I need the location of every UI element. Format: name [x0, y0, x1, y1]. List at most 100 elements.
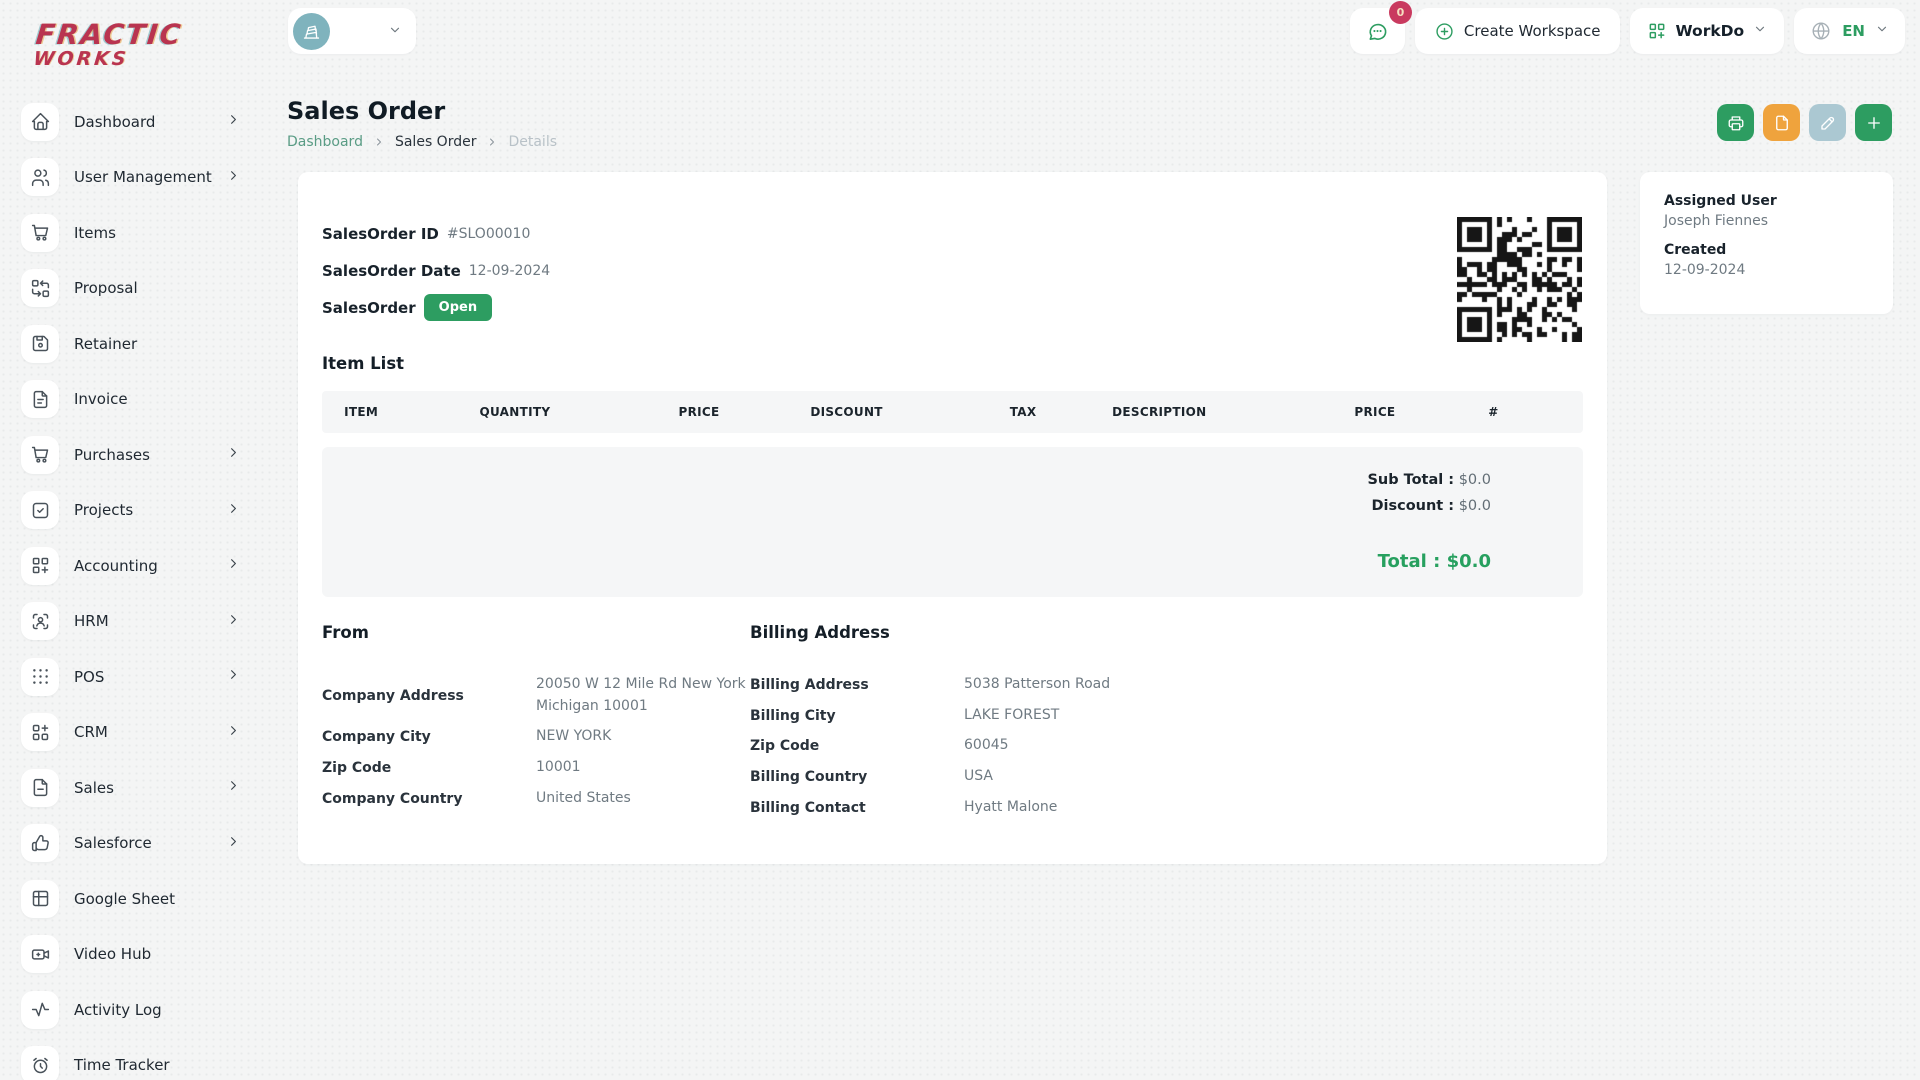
sidebar-item-label: Dashboard	[74, 112, 156, 131]
sidebar-item-crm[interactable]: CRM	[0, 705, 265, 761]
discount-label: Discount :	[1371, 498, 1455, 514]
sidebar-item-label: POS	[74, 667, 105, 686]
billing-row: Billing Contact Hyatt Malone	[750, 797, 1583, 819]
language-selector[interactable]: EN	[1794, 8, 1905, 54]
create-workspace-button[interactable]: Create Workspace	[1414, 8, 1620, 54]
status-badge: Open	[423, 294, 493, 321]
field-value: 60045	[964, 737, 1009, 754]
order-id-label: SalesOrder ID	[322, 224, 439, 243]
column-header-price: PRICE	[678, 405, 720, 419]
page-title: Sales Order	[287, 97, 446, 125]
brand-line1: FRACTIC	[34, 18, 184, 51]
notification-badge: 0	[1388, 1, 1412, 24]
sidebar-item-purchases[interactable]: Purchases	[0, 427, 265, 483]
page-actions	[1717, 104, 1892, 141]
sidebar-item-label: Activity Log	[74, 1000, 162, 1019]
sidebar-item-sales[interactable]: Sales	[0, 760, 265, 816]
workdo-menu-button[interactable]: WorkDo	[1629, 8, 1785, 54]
header-actions: 0 Create Workspace WorkDo EN	[1349, 1, 1905, 54]
field-label: Billing Address	[750, 676, 869, 693]
sidebar-item-google-sheet[interactable]: Google Sheet	[0, 871, 265, 927]
order-date-label: SalesOrder Date	[322, 261, 461, 280]
building-icon	[293, 12, 330, 50]
sidebar-item-label: CRM	[74, 723, 108, 742]
file-invoice-icon	[21, 380, 59, 419]
field-label: Company City	[322, 729, 431, 746]
sidebar-item-proposal[interactable]: Proposal	[0, 261, 265, 317]
assigned-user-label: Assigned User	[1664, 193, 1777, 209]
billing-row: Zip Code 60045	[750, 735, 1583, 757]
sidebar-item-activity-log[interactable]: Activity Log	[0, 982, 265, 1038]
order-date-value: 12-09-2024	[468, 262, 551, 279]
chevron-right-icon	[226, 112, 241, 131]
chevron-right-icon	[226, 168, 241, 187]
sidebar-item-video-hub[interactable]: Video Hub	[0, 927, 265, 983]
sidebar-item-label: User Management	[74, 168, 212, 187]
totals-panel: Sub Total : $0.0 Discount : $0.0 Total :…	[322, 447, 1583, 597]
activity-icon	[21, 990, 59, 1029]
item-list-section: Item List ITEM QUANTITY PRICE DISCOUNT T…	[322, 354, 1583, 597]
shopping-cart-icon	[21, 213, 59, 252]
page-head: Sales Order Dashboard Sales Order Detail…	[287, 97, 557, 150]
sidebar-item-label: Sales	[74, 778, 114, 797]
sidebar-item-accounting[interactable]: Accounting	[0, 538, 265, 594]
sidebar-item-label: Salesforce	[74, 834, 152, 853]
brand-logo[interactable]: FRACTIC WORKS	[0, 0, 269, 70]
billing-row: Billing City LAKE FOREST	[750, 705, 1583, 727]
column-header-price2: PRICE	[1354, 405, 1396, 419]
subtotal-label: Sub Total :	[1367, 472, 1455, 488]
field-label: Company Address	[322, 687, 464, 704]
export-file-button[interactable]	[1763, 104, 1800, 141]
sidebar-item-projects[interactable]: Projects	[0, 483, 265, 539]
subtotal-value: $0.0	[1458, 472, 1491, 488]
chevron-down-icon	[388, 22, 402, 41]
sidebar-item-user-management[interactable]: User Management	[0, 150, 265, 206]
edit-button[interactable]	[1809, 104, 1846, 141]
sidebar-item-time-tracker[interactable]: Time Tracker	[0, 1038, 265, 1080]
breadcrumb-dashboard[interactable]: Dashboard	[287, 134, 363, 150]
column-header-item: ITEM	[344, 405, 379, 419]
transform-icon	[21, 269, 59, 308]
sidebar-item-salesforce[interactable]: Salesforce	[0, 816, 265, 872]
from-section: From Company Address 20050 W 12 Mile Rd …	[322, 623, 750, 827]
sidebar-item-pos[interactable]: POS	[0, 649, 265, 705]
total-value: $0.0	[1446, 551, 1491, 572]
field-label: Billing Country	[750, 768, 868, 785]
field-label: Zip Code	[322, 759, 392, 776]
field-value: Hyatt Malone	[964, 798, 1058, 815]
sidebar-item-label: Video Hub	[74, 945, 152, 964]
top-header: 0 Create Workspace WorkDo EN	[265, 0, 1920, 62]
workdo-label: WorkDo	[1675, 22, 1745, 40]
breadcrumb-details: Details	[508, 134, 558, 150]
circle-plus-icon	[1436, 22, 1453, 40]
breadcrumb-sales-order[interactable]: Sales Order	[395, 134, 477, 150]
order-info: SalesOrder ID #SLO00010 SalesOrder Date …	[322, 223, 1583, 321]
subtotal-row: Sub Total : $0.0	[1367, 472, 1491, 488]
sidebar-item-invoice[interactable]: Invoice	[0, 372, 265, 428]
order-id-value: #SLO00010	[446, 225, 531, 242]
sidebar-item-dashboard[interactable]: Dashboard	[0, 94, 265, 150]
breadcrumb-separator-icon	[486, 136, 498, 148]
create-workspace-label: Create Workspace	[1463, 22, 1601, 40]
floppy-disk-icon	[21, 324, 59, 363]
column-header-tax: TAX	[1009, 405, 1037, 419]
user-scan-icon	[21, 602, 59, 641]
layout-grid-add-icon	[21, 546, 59, 585]
messages-button[interactable]: 0	[1349, 1, 1412, 54]
assignment-panel: Assigned User Joseph Fiennes Created 12-…	[1640, 172, 1893, 314]
from-row: Company Address 20050 W 12 Mile Rd New Y…	[322, 674, 750, 717]
sidebar-item-label: Invoice	[74, 390, 128, 409]
assigned-user-value: Joseph Fiennes	[1664, 213, 1769, 229]
column-header-discount: DISCOUNT	[810, 405, 883, 419]
sales-order-card: SalesOrder ID #SLO00010 SalesOrder Date …	[298, 172, 1607, 864]
print-button[interactable]	[1717, 104, 1754, 141]
language-label: EN	[1842, 22, 1865, 40]
chevron-right-icon	[226, 834, 241, 853]
sidebar-item-retainer[interactable]: Retainer	[0, 316, 265, 372]
add-button[interactable]	[1855, 104, 1892, 141]
workspace-switcher[interactable]	[288, 8, 416, 54]
sidebar-item-label: Purchases	[74, 445, 150, 464]
sidebar-item-hrm[interactable]: HRM	[0, 594, 265, 650]
chevron-right-icon	[226, 723, 241, 742]
sidebar-item-items[interactable]: Items	[0, 205, 265, 261]
